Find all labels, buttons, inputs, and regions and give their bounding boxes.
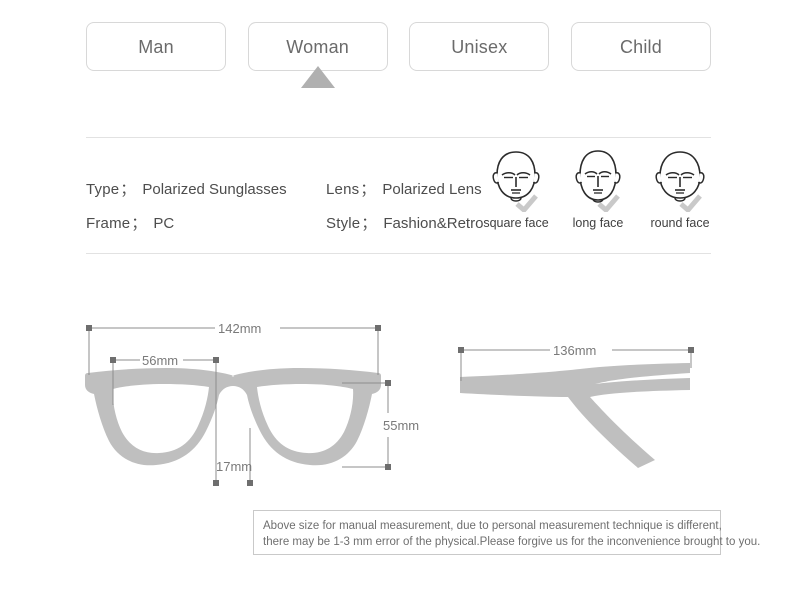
spec-lens-sep: ； (360, 180, 376, 198)
spec-frame-value: PC (153, 214, 175, 232)
spec-row: Frame； PC Style； Fashion&Retro (86, 212, 506, 232)
face-label-square: square face (483, 216, 549, 230)
tab-child-label: Child (619, 36, 662, 57)
spec-frame-sep: ； (131, 214, 147, 232)
measurement-disclaimer: Above size for manual measurement, due t… (253, 510, 761, 555)
dimension-bridge-width-label: 17mm (216, 459, 252, 474)
tab-man[interactable]: Man (86, 22, 226, 71)
specification-list: Type； Polarized Sunglasses Lens； Polarized… (86, 178, 506, 246)
dimension-marker (86, 325, 92, 331)
dimension-marker (110, 357, 116, 363)
dimension-marker (247, 480, 253, 486)
spec-style-sep: ； (361, 214, 377, 232)
divider-bottom (86, 253, 711, 254)
square-face-icon (486, 146, 546, 212)
face-label-round: round face (650, 216, 710, 230)
tab-unisex[interactable]: Unisex (409, 22, 550, 71)
glasses-temple-diagram: 136mm (440, 335, 720, 475)
dimension-temple-length-label: 136mm (553, 343, 596, 358)
dimension-lens-height-label: 55mm (383, 418, 419, 433)
tab-woman[interactable]: Woman (247, 22, 388, 88)
spec-frame: Frame； PC (86, 212, 326, 233)
spec-type-key: Type (86, 180, 120, 198)
glasses-frame-shape (85, 368, 381, 466)
long-face-icon (568, 146, 628, 212)
glasses-front-diagram: 142mm 56mm 17mm 55mm (80, 305, 425, 505)
spec-style-value: Fashion&Retro (383, 214, 484, 232)
spec-style: Style； Fashion&Retro (326, 212, 483, 233)
dimension-total-width-label: 142mm (218, 321, 261, 336)
gender-tabs: Man Woman Unisex Child (86, 22, 711, 88)
selected-tab-pointer-icon (300, 66, 335, 88)
divider-top (86, 137, 711, 138)
tab-unisex-label: Unisex (451, 36, 508, 57)
face-item-round: round face (642, 146, 718, 230)
dimension-marker (385, 464, 391, 470)
face-shape-list: square face long face round face (478, 146, 718, 230)
spec-style-key: Style (326, 214, 361, 232)
face-item-long: long face (560, 146, 636, 230)
disclaimer-line-1: Above size for manual measurement, due t… (263, 520, 722, 532)
disclaimer-line-2: there may be 1-3 mm error of the physica… (263, 536, 761, 548)
tab-child[interactable]: Child (570, 22, 711, 71)
dimension-lens-width-label: 56mm (142, 353, 178, 368)
temple-arm-shape (460, 363, 690, 468)
face-label-long: long face (572, 216, 624, 230)
spec-lens-value: Polarized Lens (382, 180, 482, 198)
dimension-marker (458, 347, 464, 353)
dimension-marker (385, 380, 391, 386)
spec-frame-key: Frame (86, 214, 131, 232)
spec-type-sep: ； (120, 180, 136, 198)
spec-type-value: Polarized Sunglasses (142, 180, 287, 198)
dimension-marker (375, 325, 381, 331)
spec-type: Type； Polarized Sunglasses (86, 178, 326, 199)
dimension-marker (688, 347, 694, 353)
spec-row: Type； Polarized Sunglasses Lens； Polarized… (86, 178, 506, 198)
dimension-marker (213, 480, 219, 486)
dimension-marker (213, 357, 219, 363)
tab-woman-label: Woman (286, 36, 349, 57)
face-item-square: square face (478, 146, 554, 230)
round-face-icon (650, 146, 710, 212)
spec-lens-key: Lens (326, 180, 360, 198)
spec-lens: Lens； Polarized Lens (326, 178, 482, 199)
tab-man-label: Man (138, 36, 174, 57)
